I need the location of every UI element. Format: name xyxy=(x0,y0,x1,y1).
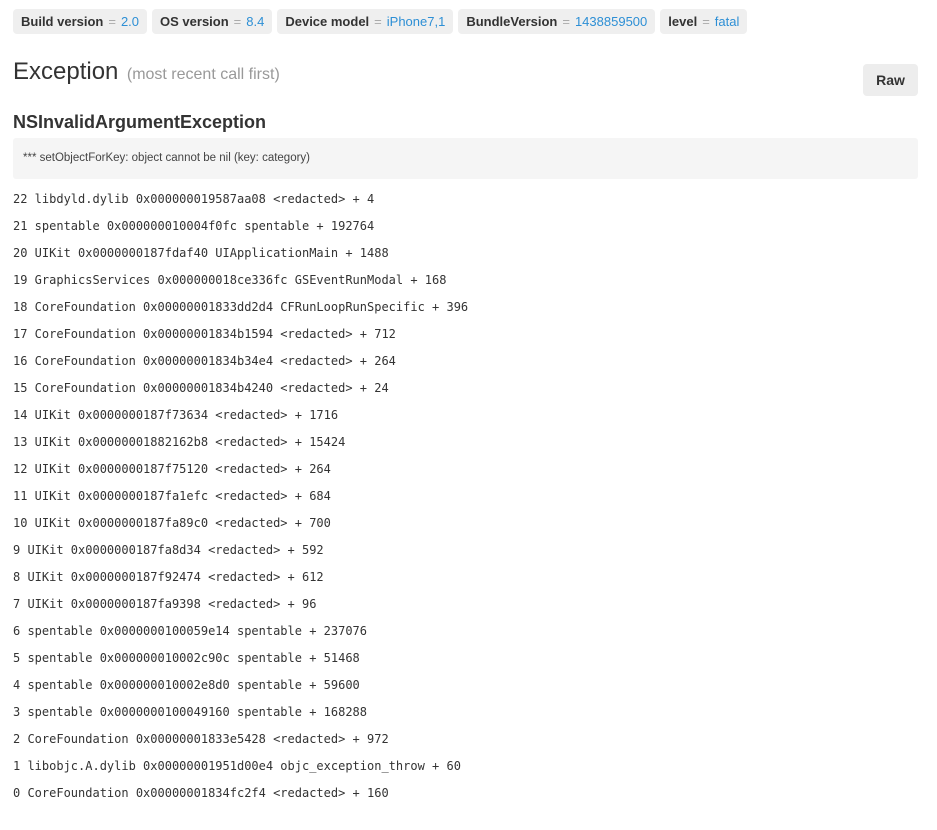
tag-os-version[interactable]: OS version = 8.4 xyxy=(152,9,273,34)
stack-frame: 9 UIKit 0x0000000187fa8d34 <redacted> + … xyxy=(13,543,324,557)
stack-frame: 16 CoreFoundation 0x00000001834b34e4 <re… xyxy=(13,354,396,368)
tag-value[interactable]: 8.4 xyxy=(246,14,264,29)
stack-frame: 22 libdyld.dylib 0x000000019587aa08 <red… xyxy=(13,192,375,206)
tag-separator: = xyxy=(374,14,382,29)
tag-bundle-version[interactable]: BundleVersion = 1438859500 xyxy=(458,9,656,34)
stack-frame: 20 UIKit 0x0000000187fdaf40 UIApplicatio… xyxy=(13,246,389,260)
tag-list: Build version = 2.0 OS version = 8.4 Device … xyxy=(13,9,748,34)
stack-frame: 1 libobjc.A.dylib 0x00000001951d00e4 obj… xyxy=(13,759,461,773)
tag-value[interactable]: 2.0 xyxy=(121,14,139,29)
stack-frame: 18 CoreFoundation 0x00000001833dd2d4 CFR… xyxy=(13,300,469,314)
stack-frame: 11 UIKit 0x0000000187fa1efc <redacted> +… xyxy=(13,489,331,503)
stack-frame: 7 UIKit 0x0000000187fa9398 <redacted> + … xyxy=(13,597,317,611)
section-title: Exception xyxy=(13,58,119,85)
stack-frame: 0 CoreFoundation 0x00000001834fc2f4 <red… xyxy=(13,786,389,800)
stack-frame: 8 UIKit 0x0000000187f92474 <redacted> + … xyxy=(13,570,324,584)
stack-frame: 21 spentable 0x000000010004f0fc spentabl… xyxy=(13,219,375,233)
stack-frame: 2 CoreFoundation 0x00000001833e5428 <red… xyxy=(13,732,389,746)
stack-frame-list: 22 libdyld.dylib 0x000000019587aa08 <red… xyxy=(13,189,468,810)
section-heading: Exception (most recent call first) xyxy=(13,58,280,86)
tag-key: Build version xyxy=(21,14,104,29)
stack-frame: 13 UIKit 0x00000001882162b8 <redacted> +… xyxy=(13,435,346,449)
exception-name: NSInvalidArgumentException xyxy=(13,112,267,132)
raw-button[interactable]: Raw xyxy=(863,64,918,96)
tag-separator: = xyxy=(108,14,116,29)
tag-separator: = xyxy=(702,14,710,29)
stack-frame: 17 CoreFoundation 0x00000001834b1594 <re… xyxy=(13,327,396,341)
tag-value[interactable]: iPhone7,1 xyxy=(387,14,446,29)
stack-frame: 4 spentable 0x000000010002e8d0 spentable… xyxy=(13,678,360,692)
tag-device-model[interactable]: Device model = iPhone7,1 xyxy=(277,9,454,34)
tag-value[interactable]: 1438859500 xyxy=(575,14,647,29)
tag-separator: = xyxy=(233,14,242,29)
section-subtitle: (most recent call first) xyxy=(126,66,280,83)
stack-frame: 10 UIKit 0x0000000187fa89c0 <redacted> +… xyxy=(13,516,331,530)
tag-build-version[interactable]: Build version = 2.0 xyxy=(13,9,148,34)
tag-key: BundleVersion xyxy=(466,14,558,29)
stack-frame: 15 CoreFoundation 0x00000001834b4240 <re… xyxy=(13,381,389,395)
stack-frame: 6 spentable 0x0000000100059e14 spentable… xyxy=(13,624,368,638)
stack-frame: 5 spentable 0x000000010002c90c spentable… xyxy=(13,651,360,665)
tag-key: Device model xyxy=(285,14,370,29)
stack-frame: 19 GraphicsServices 0x000000018ce336fc G… xyxy=(13,273,447,287)
tag-separator: = xyxy=(562,14,570,29)
exception-message: *** setObjectForKey: object cannot be ni… xyxy=(13,138,918,179)
tag-key: level xyxy=(668,14,698,29)
stack-frame: 14 UIKit 0x0000000187f73634 <redacted> +… xyxy=(13,408,339,422)
tag-key: OS version xyxy=(160,14,229,29)
stack-frame: 12 UIKit 0x0000000187f75120 <redacted> +… xyxy=(13,462,331,476)
stack-frame: 3 spentable 0x0000000100049160 spentable… xyxy=(13,705,368,719)
tag-value[interactable]: fatal xyxy=(715,14,740,29)
tag-level[interactable]: level = fatal xyxy=(660,9,748,34)
